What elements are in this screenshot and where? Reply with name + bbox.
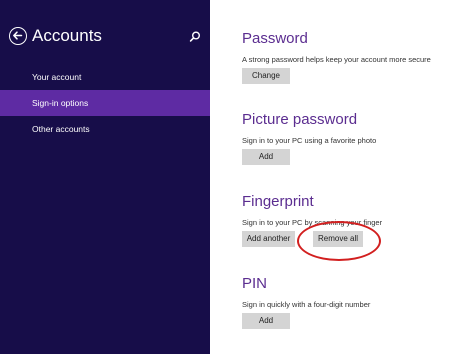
back-arrow-icon[interactable] bbox=[9, 27, 27, 45]
section-title: PIN bbox=[242, 275, 268, 292]
sidebar-item-label: Sign-in options bbox=[32, 98, 89, 108]
section-description: Sign in to your PC by scanning your fing… bbox=[242, 218, 383, 227]
sidebar-header: Accounts bbox=[0, 0, 210, 60]
sidebar: Accounts Your account Sign-in options Ot… bbox=[0, 0, 210, 354]
section-title: Picture password bbox=[242, 111, 358, 128]
section-description: Sign in quickly with a four-digit number bbox=[242, 300, 371, 309]
add-pin-button[interactable]: Add bbox=[242, 313, 290, 329]
section-description: A strong password helps keep your accoun… bbox=[242, 55, 431, 64]
remove-all-fingerprints-button[interactable]: Remove all bbox=[313, 231, 363, 247]
sidebar-item-label: Your account bbox=[32, 72, 82, 82]
sidebar-item-sign-in-options[interactable]: Sign-in options bbox=[0, 90, 210, 116]
page-title: Accounts bbox=[32, 26, 102, 45]
add-picture-password-button[interactable]: Add bbox=[242, 149, 290, 165]
sidebar-item-label: Other accounts bbox=[32, 124, 90, 134]
add-another-fingerprint-button[interactable]: Add another bbox=[242, 231, 295, 247]
section-title: Password bbox=[242, 30, 308, 47]
main-content: Password A strong password helps keep yo… bbox=[210, 0, 474, 354]
section-description: Sign in to your PC using a favorite phot… bbox=[242, 136, 377, 145]
search-icon[interactable] bbox=[188, 30, 202, 44]
sidebar-item-your-account[interactable]: Your account bbox=[0, 64, 210, 90]
sidebar-item-other-accounts[interactable]: Other accounts bbox=[0, 116, 210, 142]
section-title: Fingerprint bbox=[242, 193, 314, 210]
change-password-button[interactable]: Change bbox=[242, 68, 290, 84]
